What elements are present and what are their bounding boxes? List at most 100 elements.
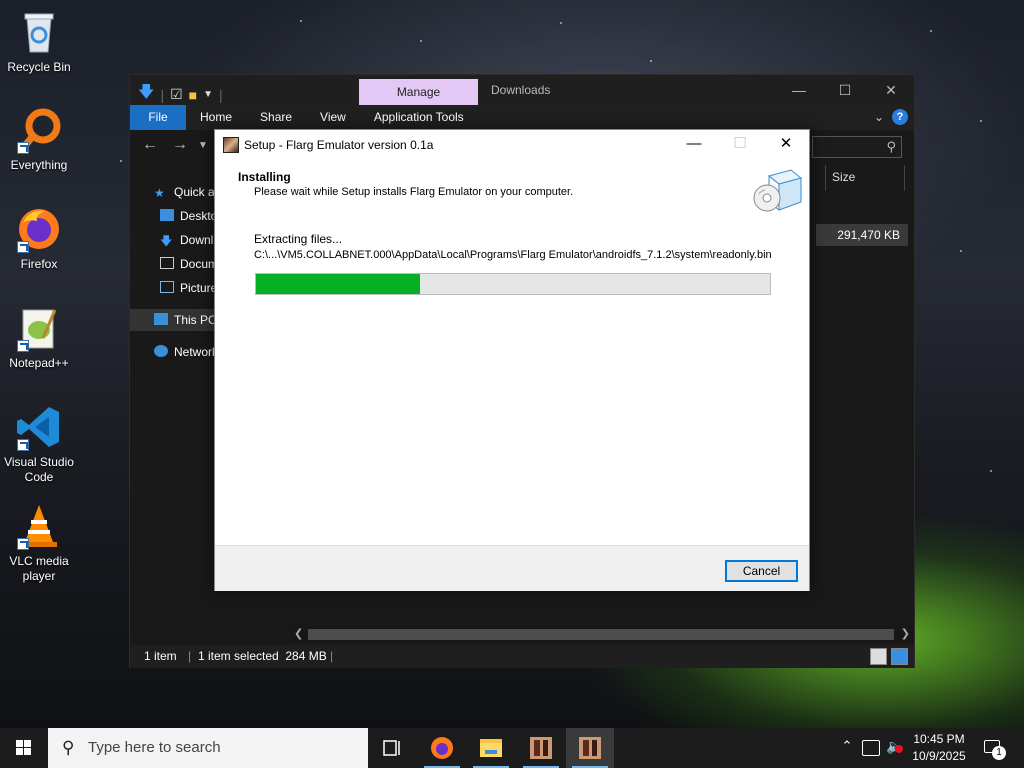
star-icon: ★ — [154, 186, 165, 200]
new-folder-icon[interactable]: ■ — [189, 87, 197, 103]
clock-date: 10/9/2025 — [912, 749, 966, 763]
close-button[interactable]: ✕ — [763, 130, 809, 160]
minimize-button[interactable]: — — [671, 130, 717, 160]
search-placeholder: Type here to search — [88, 739, 221, 756]
scroll-left-icon[interactable]: ❮ — [294, 627, 303, 640]
volume-muted-icon[interactable]: 🔈 — [886, 738, 903, 758]
desktop-folder-icon — [160, 209, 174, 221]
separator: | — [330, 649, 334, 663]
page-subtitle: Please wait while Setup installs Flarg E… — [254, 186, 574, 198]
window-title: Downloads — [491, 83, 551, 97]
forward-arrow-icon[interactable]: → — [172, 136, 188, 154]
details-view-button[interactable] — [870, 648, 887, 665]
manage-tab[interactable]: Manage — [359, 79, 478, 105]
scroll-right-icon[interactable]: ❯ — [901, 627, 910, 640]
quick-access-toolbar: 🡇 | ☑ ■ ▼ | — [138, 81, 223, 108]
separator: | — [219, 86, 223, 103]
taskbar-file-explorer[interactable] — [467, 728, 515, 768]
clock-time: 10:45 PM — [913, 732, 965, 746]
desktop-icon-label: Visual Studio Code — [4, 455, 74, 484]
tab-application-tools[interactable]: Application Tools — [360, 105, 478, 130]
desktop-icon-notepad-plus-plus[interactable]: Notepad++ — [2, 304, 76, 371]
nav-item-network[interactable]: Network — [154, 341, 218, 363]
cancel-button[interactable]: Cancel — [725, 560, 798, 582]
install-progress-bar — [255, 273, 771, 295]
desktop-icon-recycle-bin[interactable]: Recycle Bin — [2, 8, 76, 75]
horizontal-scrollbar[interactable]: ❮ ❯ — [290, 626, 914, 643]
desktop-icon-firefox[interactable]: Firefox — [2, 205, 76, 272]
notepad-plus-plus-icon — [15, 304, 63, 352]
ribbon-tabs: File Home Share View Application Tools ⌄… — [130, 105, 914, 130]
recycle-bin-icon — [15, 8, 63, 56]
setup-header: Installing Please wait while Setup insta… — [215, 160, 809, 218]
setup-title: Setup - Flarg Emulator version 0.1a — [244, 138, 434, 152]
selection-info: 1 item selected 284 MB — [198, 649, 327, 663]
scrollbar-thumb[interactable] — [308, 629, 894, 640]
shortcut-arrow-icon — [17, 142, 29, 154]
recent-locations-icon[interactable]: ▼ — [198, 140, 208, 151]
folder-icon — [480, 739, 502, 757]
task-view-icon — [383, 740, 400, 756]
maximize-button: ☐ — [733, 135, 747, 152]
taskbar-search-box[interactable]: ⚲ Type here to search — [48, 728, 368, 768]
taskbar-flarg-setup[interactable] — [566, 728, 614, 768]
file-size-value: 291,470 KB — [816, 224, 908, 246]
desktop-icon-label: Everything — [10, 158, 68, 172]
taskbar-firefox[interactable] — [418, 728, 466, 768]
minimize-button[interactable]: — — [776, 75, 822, 105]
network-icon — [154, 345, 168, 357]
taskbar: ⚲ Type here to search ⌃ 10:45 PM 10/9/20… — [0, 728, 1024, 768]
desktop-icon-everything[interactable]: Everything — [2, 106, 76, 173]
properties-icon[interactable]: ☑ — [170, 86, 183, 103]
help-icon[interactable]: ? — [892, 109, 908, 125]
search-input[interactable]: ⚲ — [812, 136, 902, 158]
tab-share[interactable]: Share — [246, 105, 306, 130]
progress-fill — [256, 274, 421, 294]
tab-file[interactable]: File — [130, 105, 186, 130]
flarg-setup-icon — [579, 737, 601, 759]
task-view-button[interactable] — [368, 728, 416, 768]
desktop-icon-vscode[interactable]: Visual Studio Code — [2, 403, 76, 485]
install-box-icon — [751, 164, 803, 216]
computer-icon — [154, 313, 168, 325]
back-arrow-icon[interactable]: ← — [142, 136, 158, 154]
column-header-size[interactable]: Size — [825, 165, 905, 191]
system-clock[interactable]: 10:45 PM 10/9/2025 — [904, 731, 974, 765]
maximize-button[interactable]: ☐ — [822, 75, 868, 105]
desktop-icon-label: Notepad++ — [9, 356, 69, 370]
shortcut-arrow-icon — [17, 340, 29, 352]
windows-logo-icon — [16, 740, 31, 755]
search-icon: ⚲ — [886, 139, 896, 154]
download-arrow-icon[interactable]: 🡇 — [138, 81, 154, 108]
setup-app-icon — [223, 137, 239, 153]
pictures-icon — [160, 281, 174, 293]
tab-view[interactable]: View — [306, 105, 360, 130]
action-center-button[interactable]: 1 — [980, 736, 1006, 760]
separator: | — [188, 649, 192, 663]
expand-ribbon-icon[interactable]: ⌄ — [874, 110, 884, 124]
everything-search-icon — [15, 106, 63, 154]
desktop-icon-label: Recycle Bin — [7, 60, 71, 74]
taskbar-flarg-emulator[interactable] — [517, 728, 565, 768]
close-button[interactable]: ✕ — [868, 75, 914, 105]
explorer-titlebar[interactable]: 🡇 | ☑ ■ ▼ | Manage Downloads — ☐ ✕ — [130, 75, 914, 105]
network-disconnected-icon[interactable] — [862, 740, 880, 756]
vlc-icon — [15, 502, 63, 550]
start-button[interactable] — [0, 728, 48, 768]
desktop-icon-label: VLC media player — [9, 554, 69, 583]
document-icon — [160, 257, 174, 269]
show-hidden-icons-button[interactable]: ⌃ — [838, 738, 856, 758]
current-file-path: C:\...\VM5.COLLABNET.000\AppData\Local\P… — [254, 249, 772, 261]
status-bar: 1 item | 1 item selected 284 MB | — [130, 645, 914, 668]
tab-home[interactable]: Home — [186, 105, 246, 130]
setup-dialog[interactable]: Setup - Flarg Emulator version 0.1a — ☐ … — [214, 129, 810, 591]
large-icons-view-button[interactable] — [891, 648, 908, 665]
setup-titlebar[interactable]: Setup - Flarg Emulator version 0.1a — ☐ … — [215, 130, 809, 160]
desktop-icon-vlc[interactable]: VLC media player — [2, 502, 76, 584]
status-text: Extracting files... — [254, 232, 343, 246]
shortcut-arrow-icon — [17, 439, 29, 451]
notification-count-badge: 1 — [992, 746, 1006, 760]
desktop-icon-label: Firefox — [20, 257, 58, 271]
customize-qat-icon[interactable]: ▼ — [203, 89, 213, 100]
setup-footer: Cancel — [215, 545, 809, 591]
